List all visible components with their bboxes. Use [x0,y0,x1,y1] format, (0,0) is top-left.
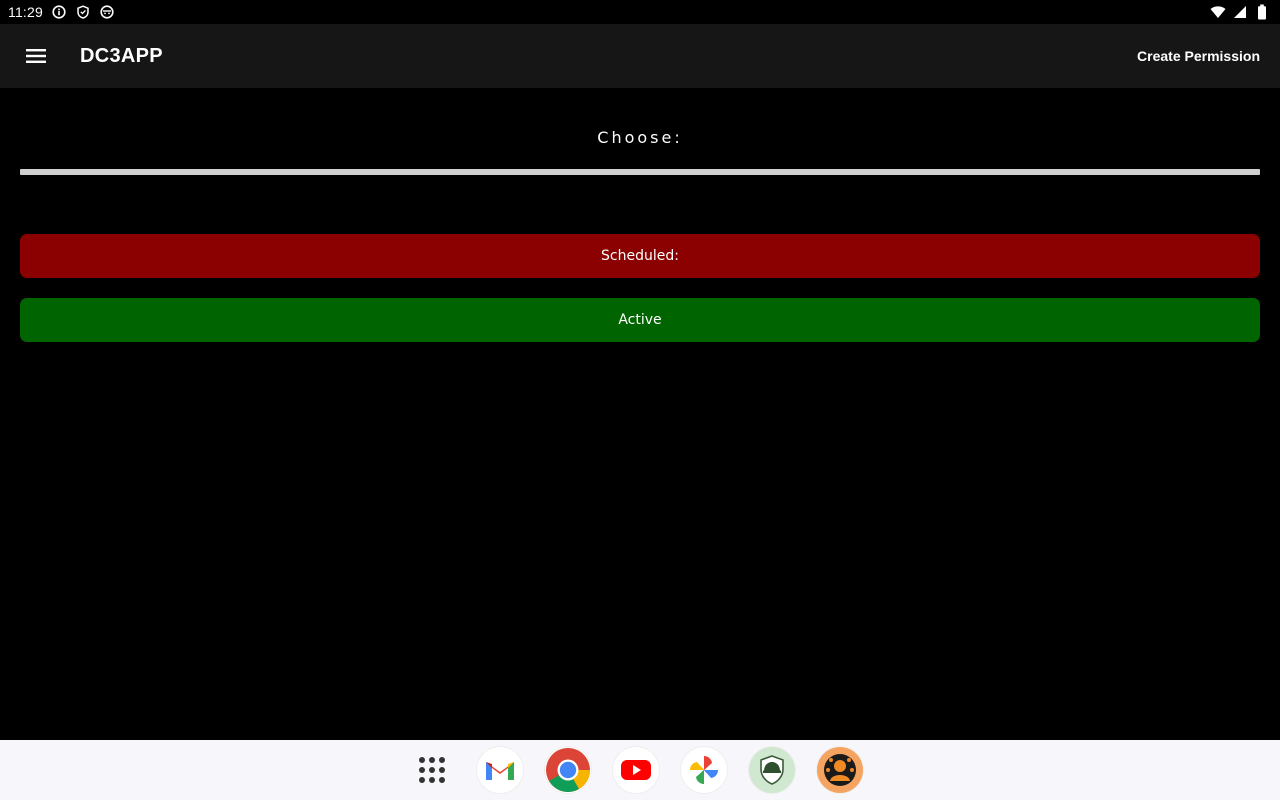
helmet-app-icon [751,749,793,791]
divider [20,169,1260,175]
status-left: 11:29 [8,4,115,20]
face-icon [99,4,115,20]
info-icon [51,4,67,20]
gmail-icon [486,762,514,780]
status-time: 11:29 [8,4,43,20]
app-title: DC3APP [80,44,163,67]
youtube-app[interactable] [613,747,659,793]
chrome-icon [546,748,590,792]
photos-icon [689,755,719,785]
youtube-icon [621,760,651,780]
dock-items [409,747,863,793]
status-right [1210,4,1272,20]
chrome-app[interactable] [545,747,591,793]
dock [0,740,1280,800]
hamburger-menu-icon [26,49,46,63]
status-bar: 11:29 [0,0,1280,24]
orange-avatar-app[interactable] [817,747,863,793]
gmail-app[interactable] [477,747,523,793]
app-bar: DC3APP Create Permission [0,24,1280,88]
create-permission-button[interactable]: Create Permission [1137,48,1260,64]
signal-icon [1232,4,1248,20]
choose-label: Choose: [597,128,683,147]
menu-button[interactable] [16,36,56,76]
wifi-icon [1210,4,1226,20]
screen: 11:29 DC3APP Create Permission Choose: S… [0,0,1280,800]
app-drawer-button[interactable] [409,747,455,793]
app-drawer-icon [419,757,445,783]
scheduled-button[interactable]: Scheduled: [20,234,1260,278]
photos-app[interactable] [681,747,727,793]
helmet-app[interactable] [749,747,795,793]
orange-avatar-app-icon [819,749,861,791]
battery-icon [1254,4,1270,20]
shield-icon [75,4,91,20]
active-button[interactable]: Active [20,298,1260,342]
